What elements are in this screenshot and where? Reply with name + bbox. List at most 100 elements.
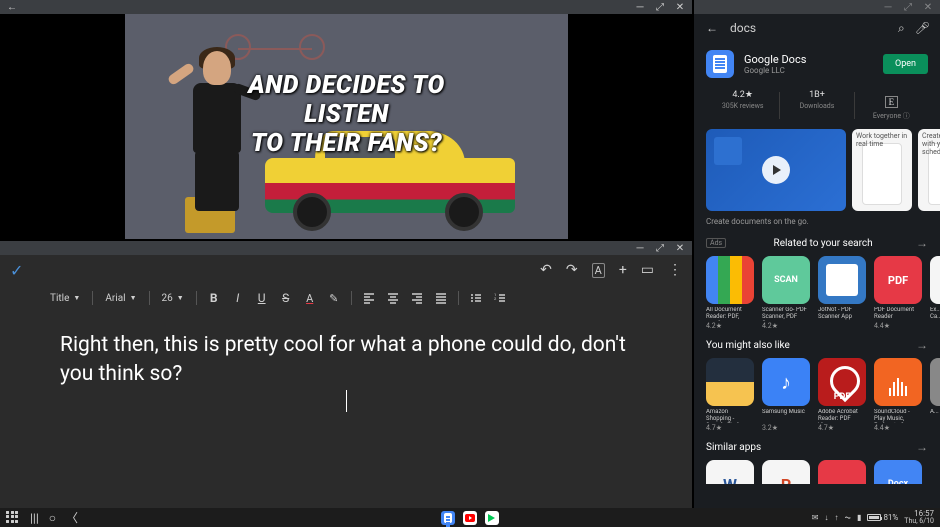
minimize-icon[interactable]: ─ bbox=[634, 242, 646, 254]
undo-icon[interactable]: ↶ bbox=[540, 262, 552, 278]
app-card[interactable]: PDF Adobe Acrobat Reader: PDF View... 4.… bbox=[818, 358, 866, 432]
signal-icon: ▮ bbox=[857, 513, 861, 522]
clock[interactable]: 16:57 Thu, 6/10 bbox=[904, 510, 934, 525]
wifi-icon: ⏦ bbox=[844, 513, 851, 523]
screenshot-video[interactable] bbox=[706, 129, 846, 211]
open-button[interactable]: Open bbox=[883, 54, 928, 74]
underline-button[interactable]: U bbox=[253, 289, 271, 307]
app-card[interactable]: Ex... Ca... bbox=[930, 256, 940, 330]
docs-window: ─ ⤢ ✕ ✓ ↶ ↷ A + ▭ ⋮ Title▼ Arial▼ 26▼ B … bbox=[0, 241, 692, 508]
number-list-button[interactable]: 12 bbox=[491, 289, 509, 307]
video-content[interactable]: AND DECIDES TO LISTEN TO THEIR FANS? bbox=[125, 14, 568, 239]
video-titlebar: ← ─ ⤢ ✕ bbox=[0, 0, 692, 14]
app-card[interactable]: JotNot - PDF Scanner App bbox=[818, 256, 866, 330]
net-up-icon: ↑ bbox=[834, 513, 838, 522]
align-left-button[interactable] bbox=[360, 289, 378, 307]
voice-search-icon[interactable]: 🎤︎ bbox=[915, 21, 930, 36]
store-titlebar: ─ ⤢ ✕ bbox=[694, 0, 940, 14]
app-vendor: Google LLC bbox=[744, 66, 873, 75]
app-card[interactable]: A... bbox=[930, 358, 940, 432]
apps-grid-icon[interactable] bbox=[6, 511, 20, 525]
screenshot-2[interactable]: Create anywhere with your schedule does bbox=[918, 129, 940, 211]
minimize-icon[interactable]: ─ bbox=[634, 1, 646, 13]
play-store-window: ─ ⤢ ✕ ← ⌕ 🎤︎ Google Docs Google LLC Open… bbox=[694, 0, 940, 508]
net-down-icon: ↓ bbox=[824, 513, 828, 522]
play-icon[interactable] bbox=[762, 156, 790, 184]
italic-button[interactable]: I bbox=[229, 289, 247, 307]
screenshot-1[interactable]: Work together in real time bbox=[852, 129, 912, 211]
more-icon[interactable]: ⋮ bbox=[668, 262, 682, 278]
close-icon[interactable]: ✕ bbox=[674, 242, 686, 254]
document-text[interactable]: Right then, this is pretty cool for what… bbox=[60, 331, 632, 390]
redo-icon[interactable]: ↷ bbox=[566, 262, 578, 278]
docs-header: ✓ ↶ ↷ A + ▭ ⋮ bbox=[0, 255, 692, 285]
recents-icon[interactable]: ||| bbox=[30, 511, 39, 525]
text-cursor bbox=[346, 390, 347, 412]
home-icon[interactable]: ○ bbox=[49, 511, 56, 525]
docs-toolbar: Title▼ Arial▼ 26▼ B I U S A ✎ 12 bbox=[0, 285, 692, 311]
back-nav-icon[interactable]: 〈 bbox=[66, 509, 78, 526]
style-select[interactable]: Title▼ bbox=[46, 291, 84, 306]
app-description: Create documents on the go. bbox=[694, 211, 940, 228]
similar-apps-row[interactable]: W P Docx bbox=[694, 460, 940, 484]
chevron-right-icon[interactable]: → bbox=[916, 338, 928, 352]
font-select[interactable]: Arial▼ bbox=[101, 291, 140, 306]
chevron-right-icon[interactable]: → bbox=[916, 236, 928, 250]
close-icon[interactable]: ✕ bbox=[674, 1, 686, 13]
align-justify-button[interactable] bbox=[432, 289, 450, 307]
align-right-button[interactable] bbox=[408, 289, 426, 307]
bold-button[interactable]: B bbox=[205, 289, 223, 307]
app-card[interactable]: W bbox=[706, 460, 754, 484]
text-format-icon[interactable]: A bbox=[592, 263, 605, 278]
maximize-icon[interactable]: ⤢ bbox=[654, 1, 666, 13]
store-search-bar: ← ⌕ 🎤︎ bbox=[694, 14, 940, 42]
back-icon[interactable]: ← bbox=[706, 21, 718, 35]
app-card[interactable]: Docx bbox=[874, 460, 922, 484]
svg-text:2: 2 bbox=[494, 296, 497, 301]
app-card[interactable]: PDF PDF Document Reader 4.4★ bbox=[874, 256, 922, 330]
back-icon[interactable]: ← bbox=[6, 1, 18, 13]
main-app-header[interactable]: Google Docs Google LLC Open bbox=[694, 42, 940, 86]
chevron-right-icon[interactable]: → bbox=[916, 440, 928, 454]
battery-status: 81% bbox=[867, 513, 898, 522]
align-center-button[interactable] bbox=[384, 289, 402, 307]
docs-editor[interactable]: Right then, this is pretty cool for what… bbox=[0, 311, 692, 508]
related-apps-row[interactable]: All Document Reader: PDF, excel... 4.2★ … bbox=[694, 256, 940, 330]
app-card[interactable]: SoundCloud - Play Music, Podcasts &... 4… bbox=[874, 358, 922, 432]
maximize-icon[interactable]: ⤢ bbox=[902, 1, 914, 13]
dock-docs-icon[interactable] bbox=[441, 511, 455, 525]
dock-youtube-icon[interactable] bbox=[463, 511, 477, 525]
close-icon[interactable]: ✕ bbox=[922, 1, 934, 13]
video-player-window: ← ─ ⤢ ✕ bbox=[0, 0, 692, 239]
age-rating-icon: E bbox=[885, 96, 899, 108]
screenshot-carousel[interactable]: Work together in real time Create anywhe… bbox=[694, 129, 940, 211]
like-apps-row[interactable]: Amazon Shopping - Search, Find, Shi... 4… bbox=[694, 358, 940, 432]
strikethrough-button[interactable]: S bbox=[277, 289, 295, 307]
size-select[interactable]: 26▼ bbox=[158, 291, 188, 306]
comment-icon[interactable]: ▭ bbox=[641, 262, 654, 278]
like-section-head[interactable]: You might also like → bbox=[694, 330, 940, 358]
app-card[interactable]: All Document Reader: PDF, excel... 4.2★ bbox=[706, 256, 754, 330]
text-color-button[interactable]: A bbox=[301, 289, 319, 307]
docs-titlebar: ─ ⤢ ✕ bbox=[0, 241, 692, 255]
minimize-icon[interactable]: ─ bbox=[882, 1, 894, 13]
highlight-button[interactable]: ✎ bbox=[325, 289, 343, 307]
done-icon[interactable]: ✓ bbox=[10, 261, 23, 280]
app-card[interactable] bbox=[818, 460, 866, 484]
app-stats: 4.2★ 305K reviews 1B+ Downloads E Everyo… bbox=[694, 86, 940, 129]
related-section-head[interactable]: Ads Related to your search → bbox=[694, 228, 940, 256]
app-card[interactable]: P bbox=[762, 460, 810, 484]
app-card[interactable]: Amazon Shopping - Search, Find, Shi... 4… bbox=[706, 358, 754, 432]
app-card[interactable]: SCAN Scanner Go- PDF Scanner, PDF Cre...… bbox=[762, 256, 810, 330]
notification-icon[interactable]: ✉ bbox=[812, 513, 819, 522]
search-icon[interactable]: ⌕ bbox=[898, 21, 905, 36]
search-input[interactable] bbox=[730, 21, 886, 35]
google-docs-icon bbox=[706, 50, 734, 78]
similar-section-head[interactable]: Similar apps → bbox=[694, 432, 940, 460]
bullet-list-button[interactable] bbox=[467, 289, 485, 307]
dock-playstore-icon[interactable] bbox=[485, 511, 499, 525]
insert-icon[interactable]: + bbox=[619, 262, 627, 278]
taskbar: ||| ○ 〈 ✉ ↓ ↑ ⏦ ▮ 81% 16:57 Thu, 6/10 bbox=[0, 508, 940, 527]
maximize-icon[interactable]: ⤢ bbox=[654, 242, 666, 254]
app-card[interactable]: ♪ Samsung Music 3.2★ bbox=[762, 358, 810, 432]
